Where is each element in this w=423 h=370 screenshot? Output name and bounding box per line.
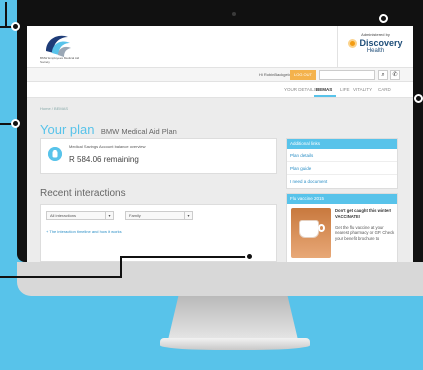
callout-line-bottom-vertical: [120, 256, 122, 278]
callout-line-top-left-vertical: [5, 2, 7, 26]
tab-your-details[interactable]: YOUR DETAILS: [284, 87, 317, 92]
site-header: BMW Employees Medical Aid Society Admini…: [27, 26, 413, 68]
flu-vaccine-box: Flu vaccine 2015 Don't get caught this w…: [286, 193, 398, 262]
callout-dot-top-right: [379, 14, 388, 23]
main-nav: YOUR DETAILS BEMAS LIFE VITALITY CARD: [27, 82, 413, 98]
callout-dot-mid-left: [11, 119, 20, 128]
callout-line-bottom: [0, 276, 122, 278]
discovery-mark-icon: [348, 38, 358, 48]
website-screen: BMW Employees Medical Aid Society Admini…: [27, 26, 413, 262]
search-icon[interactable]: ⌕: [378, 70, 388, 80]
discovery-logo: Discovery: [338, 38, 413, 48]
administered-by-label: Administered by: [361, 32, 390, 37]
additional-links-heading: Additional links: [287, 139, 397, 149]
interaction-type-value: All interactions: [50, 213, 77, 218]
flu-vaccine-body: Get the flu vaccine at your nearest phar…: [335, 224, 395, 241]
family-member-value: Family: [129, 213, 141, 218]
callout-dot-mid-right: [414, 94, 423, 103]
tab-active-indicator: [314, 95, 336, 97]
link-need-document[interactable]: I need a document: [287, 175, 397, 188]
flu-vaccine-image: [291, 208, 331, 258]
camera-dot: [232, 12, 236, 16]
balance-card: Medical Savings Account balance overview…: [40, 138, 277, 174]
sidebar: Additional links Plan details Plan guide…: [286, 138, 398, 262]
flu-vaccine-text: Don't get caught this winter! VACCINATE!…: [335, 208, 395, 241]
utility-bar: Hi RobinBackgeldt LOG OUT ⌕ ✆: [27, 68, 413, 82]
link-plan-details[interactable]: Plan details: [287, 149, 397, 162]
callout-dot-bottom: [245, 252, 254, 261]
breadcrumb-home[interactable]: Home: [40, 106, 51, 111]
plan-name: BMW Medical Aid Plan: [100, 127, 177, 136]
phone-icon[interactable]: ✆: [390, 70, 400, 80]
discovery-name: Discovery: [359, 38, 403, 48]
logout-button[interactable]: LOG OUT: [290, 70, 316, 80]
balance-label: Medical Savings Account balance overview: [69, 144, 146, 149]
balance-value: R 584.06 remaining: [69, 155, 139, 164]
chevron-down-icon: ▾: [105, 212, 113, 219]
additional-links-box: Additional links Plan details Plan guide…: [286, 138, 398, 189]
breadcrumb-separator: /: [51, 106, 53, 111]
interactions-panel: All interactions ▾ Family ▾ + The intera…: [40, 204, 277, 262]
administrator-box: Administered by Discovery Health: [337, 26, 413, 68]
breadcrumb-current: BEMAS: [54, 106, 69, 111]
savings-jar-icon: [48, 147, 62, 161]
mug-handle-shape: [318, 224, 325, 232]
chevron-down-icon: ▾: [184, 212, 192, 219]
interaction-type-select[interactable]: All interactions ▾: [46, 211, 114, 220]
link-plan-guide[interactable]: Plan guide: [287, 162, 397, 175]
callout-line-bottom-horizontal: [120, 256, 248, 258]
monitor-chin: [17, 262, 423, 296]
tab-bemas[interactable]: BEMAS: [316, 87, 332, 92]
page-title: Your plan BMW Medical Aid Plan: [40, 121, 177, 139]
discovery-health-label: Health: [366, 48, 385, 54]
tab-vitality[interactable]: VITALITY: [353, 87, 372, 92]
tab-card[interactable]: CARD: [378, 87, 391, 92]
page-title-prefix: Your plan: [40, 122, 95, 137]
search-input[interactable]: [319, 70, 375, 80]
monitor-stand: [168, 296, 298, 340]
logo-text: BMW Employees Medical Aid Society: [40, 56, 80, 64]
user-greeting: Hi RobinBackgeldt: [259, 72, 292, 77]
recent-interactions-title: Recent interactions: [40, 188, 126, 199]
breadcrumb: Home / BEMAS: [40, 106, 68, 111]
monitor-base: [160, 338, 310, 350]
flu-vaccine-headline: Don't get caught this winter! VACCINATE!: [335, 208, 392, 219]
tab-life[interactable]: LIFE: [340, 87, 350, 92]
timeline-info-link[interactable]: + The interaction timeline and how it wo…: [46, 229, 122, 234]
callout-dot-top-left: [11, 22, 20, 31]
family-member-select[interactable]: Family ▾: [125, 211, 193, 220]
mug-shape: [299, 220, 319, 238]
flu-vaccine-heading: Flu vaccine 2015: [287, 194, 397, 204]
